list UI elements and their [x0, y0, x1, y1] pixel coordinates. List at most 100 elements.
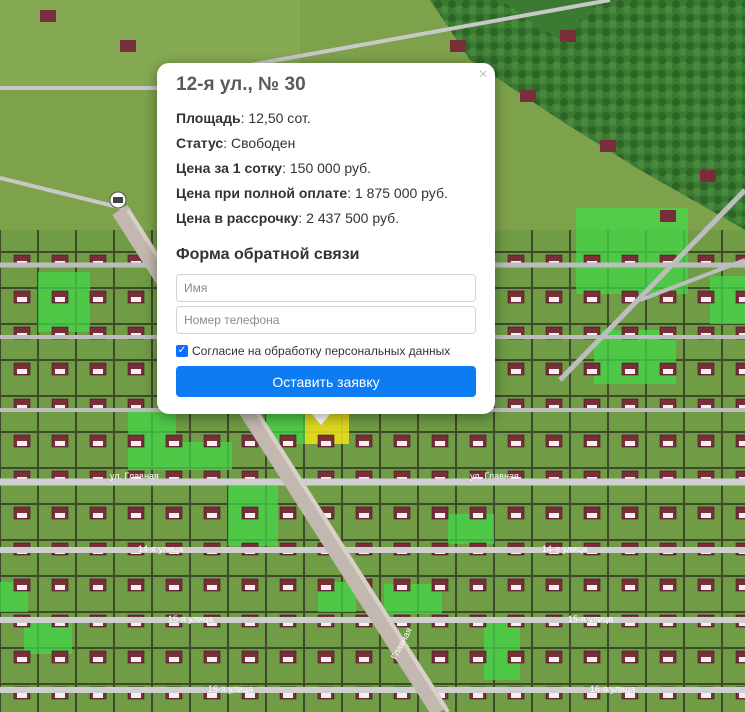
- house-wall: [625, 657, 635, 662]
- house-wall: [17, 585, 27, 590]
- house-wall: [131, 441, 141, 446]
- full-payment-label: Цена при полной оплате: [176, 185, 348, 201]
- street-label: 15-я улица: [568, 614, 613, 624]
- house-wall: [625, 369, 635, 374]
- house-wall: [207, 441, 217, 446]
- street-label: 15-я улица: [168, 614, 213, 624]
- house-wall: [245, 441, 255, 446]
- house: [520, 90, 536, 102]
- house-wall: [663, 693, 673, 698]
- consent-label: Согласие на обработку персональных данны…: [192, 344, 451, 358]
- status-label: Статус: [176, 135, 224, 151]
- house-wall: [511, 657, 521, 662]
- house-wall: [17, 693, 27, 698]
- house-wall: [549, 441, 559, 446]
- house-wall: [55, 657, 65, 662]
- house-wall: [321, 657, 331, 662]
- house-wall: [587, 585, 597, 590]
- house-wall: [131, 369, 141, 374]
- house-wall: [93, 297, 103, 302]
- house-wall: [625, 513, 635, 518]
- house-wall: [359, 441, 369, 446]
- house-wall: [587, 657, 597, 662]
- house-wall: [359, 693, 369, 698]
- house-wall: [663, 441, 673, 446]
- full-payment-row: Цена при полной оплате: 1 875 000 руб.: [176, 181, 476, 206]
- house-wall: [663, 513, 673, 518]
- house-wall: [321, 693, 331, 698]
- house-wall: [549, 657, 559, 662]
- house-wall: [663, 369, 673, 374]
- house-wall: [587, 297, 597, 302]
- house-wall: [701, 513, 711, 518]
- house-wall: [245, 657, 255, 662]
- house-wall: [321, 441, 331, 446]
- house-wall: [701, 585, 711, 590]
- price-value: : 150 000 руб.: [282, 160, 372, 176]
- house-wall: [397, 513, 407, 518]
- installment-value: : 2 437 500 руб.: [298, 210, 400, 226]
- house-wall: [207, 513, 217, 518]
- house-wall: [359, 513, 369, 518]
- house-wall: [169, 657, 179, 662]
- house-wall: [473, 657, 483, 662]
- house-wall: [93, 585, 103, 590]
- house-wall: [321, 585, 331, 590]
- house-wall: [93, 657, 103, 662]
- house-wall: [131, 513, 141, 518]
- house-wall: [131, 297, 141, 302]
- house-wall: [473, 441, 483, 446]
- house-wall: [511, 297, 521, 302]
- house-wall: [663, 585, 673, 590]
- house: [660, 210, 676, 222]
- house-wall: [93, 693, 103, 698]
- house-wall: [397, 693, 407, 698]
- house-wall: [587, 441, 597, 446]
- consent-checkbox[interactable]: ✓: [176, 345, 188, 357]
- house-wall: [397, 441, 407, 446]
- house-wall: [131, 657, 141, 662]
- house-wall: [131, 585, 141, 590]
- house: [40, 10, 56, 22]
- gate-marker-icon[interactable]: [109, 191, 127, 209]
- house-wall: [435, 441, 445, 446]
- house-wall: [511, 585, 521, 590]
- house-wall: [169, 585, 179, 590]
- house-wall: [663, 297, 673, 302]
- house-wall: [397, 585, 407, 590]
- house-wall: [359, 657, 369, 662]
- house-wall: [17, 441, 27, 446]
- house-wall: [739, 441, 745, 446]
- house-wall: [283, 585, 293, 590]
- phone-input[interactable]: [176, 306, 476, 334]
- street-label: 16-я улица: [208, 684, 253, 694]
- house: [560, 30, 576, 42]
- house: [450, 40, 466, 52]
- house-wall: [701, 369, 711, 374]
- street-label: ул. Главная: [470, 471, 519, 481]
- house-wall: [739, 657, 745, 662]
- house-wall: [511, 369, 521, 374]
- name-input[interactable]: [176, 274, 476, 302]
- house-wall: [169, 513, 179, 518]
- house-wall: [245, 513, 255, 518]
- house-wall: [245, 585, 255, 590]
- house-wall: [511, 693, 521, 698]
- house-wall: [587, 513, 597, 518]
- house-wall: [17, 657, 27, 662]
- available-plot[interactable]: [484, 620, 520, 680]
- house-wall: [435, 657, 445, 662]
- installment-label: Цена в рассрочку: [176, 210, 299, 226]
- house-wall: [435, 513, 445, 518]
- house-wall: [549, 369, 559, 374]
- house-wall: [625, 585, 635, 590]
- price-label: Цена за 1 сотку: [176, 160, 283, 176]
- submit-button[interactable]: Оставить заявку: [176, 366, 476, 397]
- house-wall: [55, 693, 65, 698]
- house-wall: [169, 441, 179, 446]
- installment-row: Цена в рассрочку: 2 437 500 руб.: [176, 206, 476, 231]
- house-wall: [549, 297, 559, 302]
- street-label: ул. Главная: [110, 471, 159, 481]
- popup-pointer: [311, 413, 331, 425]
- close-icon[interactable]: ×: [479, 66, 488, 84]
